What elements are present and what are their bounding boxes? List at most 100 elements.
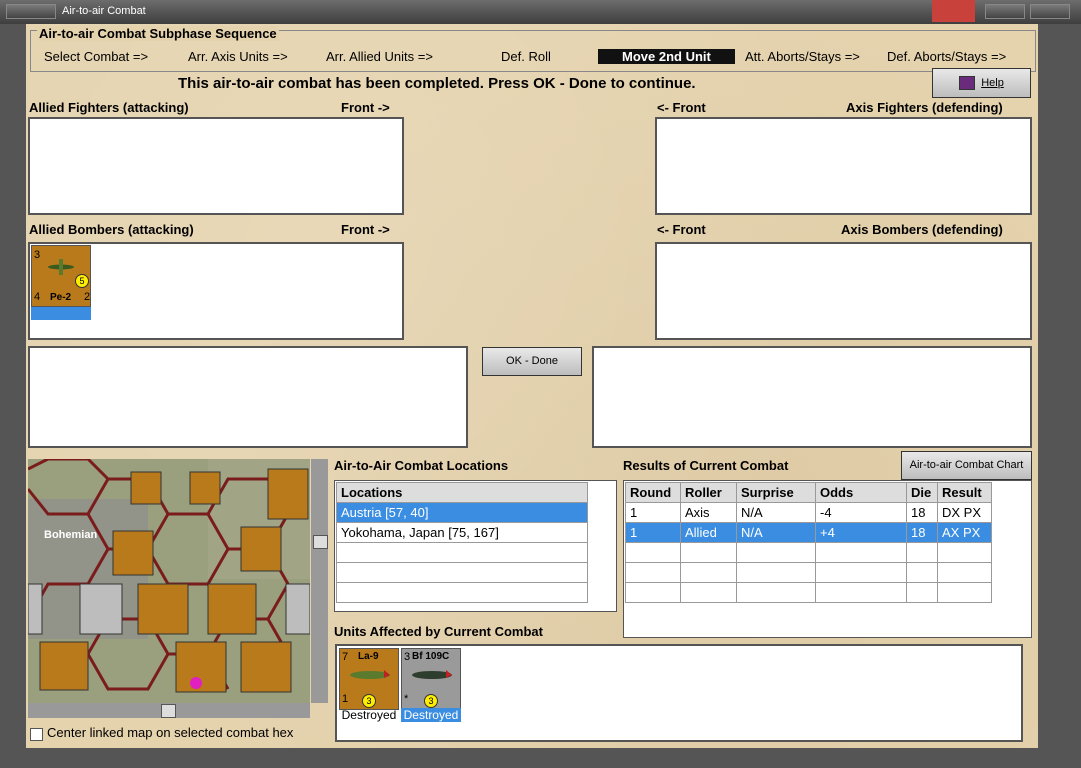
locations-list[interactable]: Locations Austria [57, 40] Yokohama, Jap…: [334, 480, 617, 612]
cell: [937, 542, 992, 563]
fighter-plane-icon: [410, 666, 454, 682]
location-row[interactable]: [336, 582, 588, 603]
la9-circle: 3: [362, 694, 376, 708]
location-cell: Yokohama, Japan [75, 167]: [336, 522, 588, 543]
cell: N/A: [736, 522, 816, 543]
help-label: Help: [981, 77, 1004, 89]
cell: [680, 582, 737, 603]
seq-step-select-combat: Select Combat =>: [44, 49, 149, 64]
cell: +4: [815, 522, 907, 543]
cell: [815, 542, 907, 563]
pe2-defense: 4: [34, 291, 41, 303]
maximize-button[interactable]: [1030, 4, 1070, 19]
cell: [906, 582, 938, 603]
map-vertical-scrollbar[interactable]: [311, 459, 328, 703]
results-row[interactable]: [625, 582, 992, 603]
la9-unit-counter[interactable]: 7 La-9 1 3: [339, 648, 399, 710]
results-header-row: Round Roller Surprise Odds Die Result: [625, 482, 992, 503]
cell: Allied: [680, 522, 737, 543]
results-row[interactable]: [625, 542, 992, 563]
cell: [815, 562, 907, 583]
cell: [736, 542, 816, 563]
right-frame: [1038, 24, 1081, 768]
cell: [736, 562, 816, 583]
seq-step-arr-axis: Arr. Axis Units =>: [188, 49, 288, 64]
axis-fighters-label: Axis Fighters (defending): [846, 100, 1003, 115]
axis-fighters-box[interactable]: [655, 117, 1032, 215]
cell: [906, 542, 938, 563]
axis-bombers-front-label: <- Front: [657, 222, 706, 237]
cell: [937, 562, 992, 583]
help-button[interactable]: Help: [932, 68, 1031, 98]
locations-header: Locations: [336, 482, 588, 503]
bf109c-unit-counter[interactable]: 3 Bf 109C * 3: [401, 648, 461, 710]
cell: 18: [906, 522, 938, 543]
window-title: Air-to-air Combat: [62, 5, 146, 17]
la9-name: La-9: [358, 651, 379, 662]
locations-table: Locations Austria [57, 40] Yokohama, Jap…: [336, 482, 588, 603]
help-book-icon: [959, 76, 976, 91]
cell: -4: [815, 502, 907, 523]
pe2-attack: 3: [34, 249, 41, 261]
results-row[interactable]: [625, 562, 992, 583]
location-cell: [336, 542, 588, 563]
bf109c-status: Destroyed: [401, 708, 461, 722]
location-cell: Austria [57, 40]: [336, 502, 588, 523]
cell: [906, 562, 938, 583]
seq-step-def-roll: Def. Roll: [501, 49, 551, 64]
map-horizontal-scrollbar[interactable]: [28, 703, 310, 718]
window-menu-button[interactable]: [6, 4, 56, 19]
map-region-label: Bohemian: [44, 529, 97, 541]
title-bar: Air-to-air Combat: [0, 0, 1081, 25]
allied-fighters-front-label: Front ->: [341, 100, 390, 115]
allied-bombers-front-label: Front ->: [341, 222, 390, 237]
results-row[interactable]: 1 Axis N/A -4 18 DX PX: [625, 502, 992, 523]
bf109c-bottom: *: [404, 693, 409, 705]
cell: [680, 542, 737, 563]
results-grid[interactable]: Round Roller Surprise Odds Die Result 1A…: [623, 480, 1032, 638]
vscroll-thumb[interactable]: [313, 535, 328, 549]
pe2-unit-counter[interactable]: 3 5 4 Pe-2 2: [31, 245, 91, 307]
hscroll-thumb[interactable]: [161, 704, 176, 718]
pe2-circle: 5: [75, 274, 89, 288]
location-cell: [336, 582, 588, 603]
map-hex-grid: Bohemian: [28, 459, 310, 703]
application-window: Air-to-air Combat Air-to-air Combat Subp…: [0, 0, 1081, 768]
results-title: Results of Current Combat: [623, 458, 789, 473]
seq-step-att-aborts: Att. Aborts/Stays =>: [745, 49, 860, 64]
locations-title: Air-to-Air Combat Locations: [334, 458, 509, 473]
ok-done-button[interactable]: OK - Done: [482, 347, 582, 376]
pe2-range: 2: [84, 291, 91, 303]
results-row-selected[interactable]: 1 Allied N/A +4 18 AX PX: [625, 522, 992, 543]
location-cell: [336, 562, 588, 583]
allied-fighters-label: Allied Fighters (attacking): [29, 100, 189, 115]
cell: Axis: [680, 502, 737, 523]
location-row[interactable]: [336, 562, 588, 583]
location-row-austria[interactable]: Austria [57, 40]: [336, 502, 588, 523]
minimize-button[interactable]: [985, 4, 1025, 19]
pe2-name: Pe-2: [50, 292, 72, 303]
close-button[interactable]: [932, 0, 975, 22]
location-row-yokohama[interactable]: Yokohama, Japan [75, 167]: [336, 522, 588, 543]
combat-chart-button[interactable]: Air-to-air Combat Chart: [901, 451, 1032, 480]
center-map-checkbox[interactable]: [30, 728, 43, 741]
cell: [815, 582, 907, 603]
fighter-plane-icon: [348, 666, 392, 682]
col-result: Result: [937, 482, 992, 503]
bf109c-top: 3: [404, 651, 411, 663]
allied-fighters-box[interactable]: [28, 117, 404, 215]
sequence-title: Air-to-air Combat Subphase Sequence: [37, 26, 279, 41]
cell: DX PX: [937, 502, 992, 523]
cell: 18: [906, 502, 938, 523]
allied-bombers-label: Allied Bombers (attacking): [29, 222, 194, 237]
col-die: Die: [906, 482, 938, 503]
seq-step-def-aborts: Def. Aborts/Stays =>: [887, 49, 1007, 64]
cell: N/A: [736, 502, 816, 523]
col-round: Round: [625, 482, 681, 503]
cell: [680, 562, 737, 583]
location-row[interactable]: [336, 542, 588, 563]
cell: [625, 582, 681, 603]
axis-bombers-box[interactable]: [655, 242, 1032, 340]
status-message: This air-to-air combat has been complete…: [178, 75, 696, 92]
linked-map[interactable]: Bohemian: [28, 459, 310, 703]
